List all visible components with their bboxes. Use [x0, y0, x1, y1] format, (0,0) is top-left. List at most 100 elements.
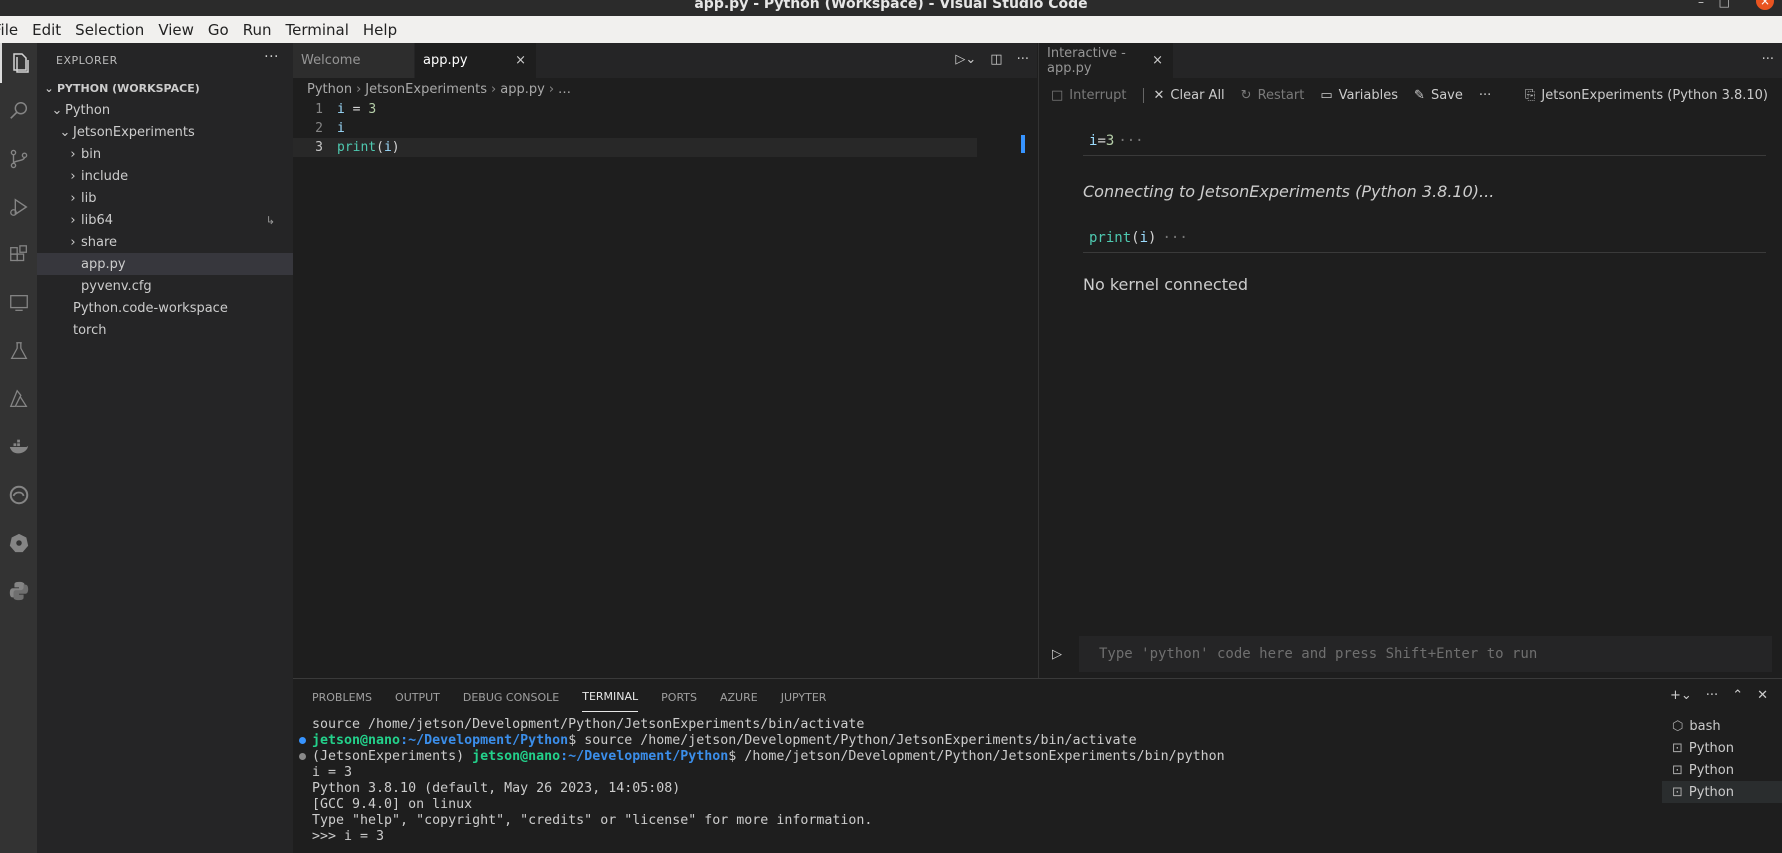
chevron-right-icon: ›: [70, 212, 76, 228]
clear-all-label: Clear All: [1170, 87, 1225, 103]
kernel-picker[interactable]: ⎘ JetsonExperiments (Python 3.8.10): [1525, 88, 1768, 103]
run-icon[interactable]: ▷: [1052, 647, 1062, 662]
cell-more-icon[interactable]: ···: [1118, 133, 1143, 149]
menu-help[interactable]: Help: [363, 21, 397, 39]
terminal-output[interactable]: source /home/jetson/Development/Python/J…: [293, 715, 1782, 845]
menu-edit[interactable]: Edit: [32, 21, 61, 39]
menu-selection[interactable]: Selection: [75, 21, 144, 39]
menu-file[interactable]: File: [0, 21, 18, 39]
terminal-line: Type "help", "copyright", "credits" or "…: [293, 813, 1782, 829]
maximize-icon[interactable]: □: [1719, 0, 1730, 9]
interrupt-button[interactable]: □ Interrupt: [1051, 88, 1127, 103]
more-actions-icon[interactable]: ···: [1762, 52, 1774, 67]
command-decoration-icon[interactable]: [299, 737, 306, 744]
explorer-sidebar: EXPLORER ··· ⌄ PYTHON (WORKSPACE) ⌄ Pytho…: [37, 43, 293, 853]
terminal-path: :~/Development/Python: [400, 733, 569, 748]
run-python-file-icon[interactable]: ▷⌄: [955, 52, 976, 67]
testing-icon[interactable]: [0, 331, 37, 371]
code-cell[interactable]: i = 3 ···: [1083, 126, 1766, 156]
tab-terminal[interactable]: TERMINAL: [582, 682, 639, 712]
save-button[interactable]: ✎ Save: [1414, 88, 1463, 103]
azure-icon[interactable]: [0, 379, 37, 419]
terminal-line: source /home/jetson/Development/Python/J…: [293, 717, 1782, 733]
tab-ports[interactable]: PORTS: [661, 683, 697, 712]
variables-button[interactable]: ▭ Variables: [1320, 88, 1398, 103]
terminal-icon: ⊡: [1672, 740, 1683, 756]
terminal-line: >>> i = 3: [293, 829, 1782, 845]
repl-input[interactable]: Type 'python' code here and press Shift+…: [1079, 636, 1772, 672]
terminal-list: ⬡ bash ⊡ Python ⊡ Python ⊡ Python: [1662, 715, 1782, 803]
more-actions-icon[interactable]: ···: [264, 49, 279, 65]
tree-item[interactable]: torch: [37, 319, 293, 341]
scrollbar-marker[interactable]: [1021, 135, 1025, 153]
restart-button[interactable]: ↻ Restart: [1241, 88, 1305, 103]
close-tab-icon[interactable]: ×: [1152, 53, 1163, 68]
extensions-icon[interactable]: [0, 235, 37, 275]
terminal-line: i = 3: [293, 765, 1782, 781]
edge-icon[interactable]: [0, 475, 37, 515]
workspace-section[interactable]: ⌄ PYTHON (WORKSPACE): [37, 77, 293, 99]
explorer-icon[interactable]: [0, 43, 37, 83]
new-terminal-icon[interactable]: +⌄: [1670, 688, 1692, 703]
split-editor-icon[interactable]: ◫: [990, 52, 1002, 67]
tab-output[interactable]: OUTPUT: [395, 683, 440, 712]
command-decoration-icon[interactable]: [299, 753, 306, 760]
cell-more-icon[interactable]: ···: [1162, 230, 1187, 246]
menu-view[interactable]: View: [158, 21, 194, 39]
breadcrumb-item[interactable]: …: [558, 82, 571, 97]
tree-item[interactable]: ⌄ Python: [37, 99, 293, 121]
tree-item[interactable]: › share: [37, 231, 293, 253]
breadcrumb-item[interactable]: Python: [307, 82, 352, 97]
more-actions-icon[interactable]: ···: [1017, 52, 1029, 67]
explorer-header: EXPLORER ···: [37, 43, 293, 77]
code-line[interactable]: 2i: [293, 119, 1037, 138]
tab-debug-console[interactable]: DEBUG CONSOLE: [463, 683, 559, 712]
menu-terminal[interactable]: Terminal: [286, 21, 349, 39]
tree-item[interactable]: › bin: [37, 143, 293, 165]
tree-item[interactable]: › include: [37, 165, 293, 187]
tab-app-py[interactable]: app.py ×: [415, 43, 537, 78]
tree-item[interactable]: ⌄ JetsonExperiments: [37, 121, 293, 143]
menu-go[interactable]: Go: [208, 21, 229, 39]
tree-item[interactable]: › lib: [37, 187, 293, 209]
tab-problems[interactable]: PROBLEMS: [312, 683, 372, 712]
tree-item[interactable]: app.py: [37, 253, 293, 275]
source-control-icon[interactable]: [0, 139, 37, 179]
terminal-instance[interactable]: ⬡ bash: [1662, 715, 1782, 737]
kubernetes-icon[interactable]: [0, 523, 37, 563]
more-actions-icon[interactable]: ···: [1706, 688, 1718, 703]
tree-item[interactable]: pyvenv.cfg: [37, 275, 293, 297]
breadcrumb-item[interactable]: app.py: [500, 82, 545, 97]
tree-item[interactable]: › lib64 ↳: [37, 209, 293, 231]
terminal-instance[interactable]: ⊡ Python: [1662, 781, 1782, 803]
tab-azure[interactable]: AZURE: [720, 683, 758, 712]
code-line[interactable]: 1i = 3: [293, 100, 1037, 119]
clear-all-button[interactable]: ✕ Clear All: [1142, 87, 1225, 103]
search-icon[interactable]: [0, 91, 37, 131]
code-area[interactable]: 1i = 3 2 i 3 print(i): [293, 100, 1037, 157]
python-icon[interactable]: [0, 571, 37, 611]
tree-item-label: Python.code-workspace: [73, 300, 228, 316]
save-label: Save: [1430, 87, 1463, 103]
breadcrumb-item[interactable]: JetsonExperiments: [365, 82, 487, 97]
remote-explorer-icon[interactable]: [0, 283, 37, 323]
tab-interactive[interactable]: Interactive - app.py ×: [1039, 43, 1174, 78]
interactive-toolbar: □ Interrupt ✕ Clear All ↻ Restart ▭ Variable…: [1039, 78, 1782, 112]
terminal-instance[interactable]: ⊡ Python: [1662, 759, 1782, 781]
menu-bar: File Edit Selection View Go Run Terminal…: [0, 16, 1782, 43]
terminal-label: Python: [1688, 784, 1734, 800]
close-tab-icon[interactable]: ×: [515, 53, 526, 68]
docker-icon[interactable]: [0, 427, 37, 467]
tab-jupyter[interactable]: JUPYTER: [781, 683, 827, 712]
more-actions-icon[interactable]: ···: [1479, 88, 1491, 103]
tree-item[interactable]: Python.code-workspace: [37, 297, 293, 319]
terminal-instance[interactable]: ⊡ Python: [1662, 737, 1782, 759]
code-line[interactable]: 3 print(i): [293, 138, 977, 157]
code-cell[interactable]: print(i) ···: [1083, 223, 1766, 253]
menu-run[interactable]: Run: [243, 21, 272, 39]
run-debug-icon[interactable]: [0, 187, 37, 227]
minimize-icon[interactable]: –: [1698, 0, 1704, 9]
close-panel-icon[interactable]: ✕: [1757, 688, 1768, 703]
maximize-panel-icon[interactable]: ⌃: [1732, 688, 1743, 703]
tab-welcome[interactable]: Welcome: [293, 43, 415, 78]
